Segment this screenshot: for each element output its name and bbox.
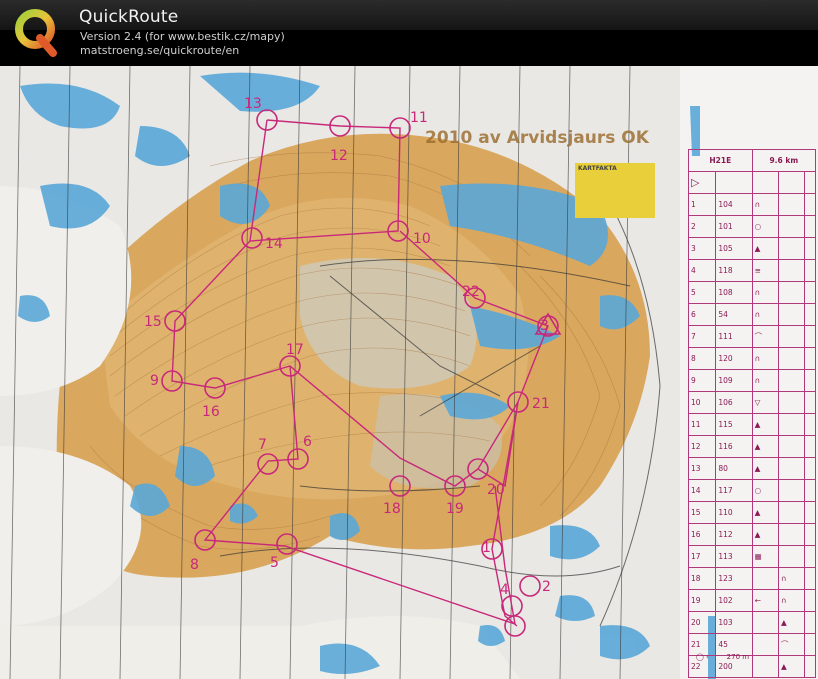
desc-row: 4 118 ≡: [687, 259, 816, 282]
control-22: 22: [462, 284, 480, 300]
desc-row: 11 115 ▲: [687, 413, 816, 436]
desc-row: 19 102 ← ∩: [687, 589, 816, 612]
control-1: 1: [482, 540, 491, 556]
control-8: 8: [190, 557, 199, 573]
desc-row: 1 104 ∩: [687, 193, 816, 216]
version-text: Version 2.4 (for www.bestik.cz/mapy): [80, 30, 285, 43]
control-12: 12: [330, 148, 348, 164]
legend-title: KARTFAKTA: [578, 165, 617, 172]
finish-distance: ◯ ‹ 270 m: [696, 653, 750, 661]
website-link[interactable]: matstroeng.se/quickroute/en: [80, 44, 239, 57]
desc-row: 7 111 ⌒: [687, 325, 816, 348]
desc-row: 16 112 ▲: [687, 523, 816, 546]
desc-row: 12 116 ▲: [687, 435, 816, 458]
control-5: 5: [270, 555, 279, 571]
desc-row: 17 113 ▦: [687, 545, 816, 568]
desc-row: 8 120 ∩: [687, 347, 816, 370]
desc-distance: 9.6 km: [751, 149, 817, 172]
app-title: QuickRoute: [79, 7, 179, 27]
control-18: 18: [383, 501, 401, 517]
control-9: 9: [150, 373, 159, 389]
control-21: 21: [532, 396, 550, 412]
control-19: 19: [446, 501, 464, 517]
control-4: 4: [500, 582, 509, 598]
desc-row: 9 109 ∩: [687, 369, 816, 392]
desc-row: 18 123 ∩: [687, 567, 816, 590]
app-header: QuickRoute Version 2.4 (for www.bestik.c…: [0, 0, 818, 66]
control-2: 2: [542, 579, 551, 595]
control-20: 20: [487, 482, 505, 498]
map-legend-box: KARTFAKTA: [575, 163, 655, 218]
desc-row: 10 106 ▽: [687, 391, 816, 414]
control-13: 13: [244, 96, 262, 112]
orienteering-map-image: 13 11 12 14 10 15 22 3 17 9 16 21 6 7 18…: [0, 66, 818, 679]
control-11: 11: [410, 110, 428, 126]
start-symbol-icon: ▷: [687, 171, 717, 194]
desc-row: 5 108 ∩: [687, 281, 816, 304]
desc-row: 2 101 ○: [687, 215, 816, 238]
map-title: 2010 av Arvidsjaurs OK: [425, 128, 649, 148]
desc-row: 15 110 ▲: [687, 501, 816, 524]
desc-row: 20 103 ▲: [687, 611, 816, 634]
control-16: 16: [202, 404, 220, 420]
desc-class: H21E: [688, 149, 753, 172]
control-10: 10: [413, 231, 431, 247]
control-14: 14: [265, 236, 283, 252]
control-15: 15: [144, 314, 162, 330]
control-17: 17: [286, 342, 304, 358]
desc-row: 14 117 ○: [687, 479, 816, 502]
desc-row: 3 105 ▲: [687, 237, 816, 260]
control-6: 6: [303, 434, 312, 450]
quickroute-logo-icon: [15, 9, 57, 57]
desc-row: 13 80 ▲: [687, 457, 816, 480]
desc-row: 6 54 ∩: [687, 303, 816, 326]
control-7: 7: [258, 437, 267, 453]
control-description-sheet: H21E 9.6 km ▷ 1 104 ∩ 2 101 ○ 3 105 ▲ 4 118 ≡ 51…: [687, 149, 818, 678]
